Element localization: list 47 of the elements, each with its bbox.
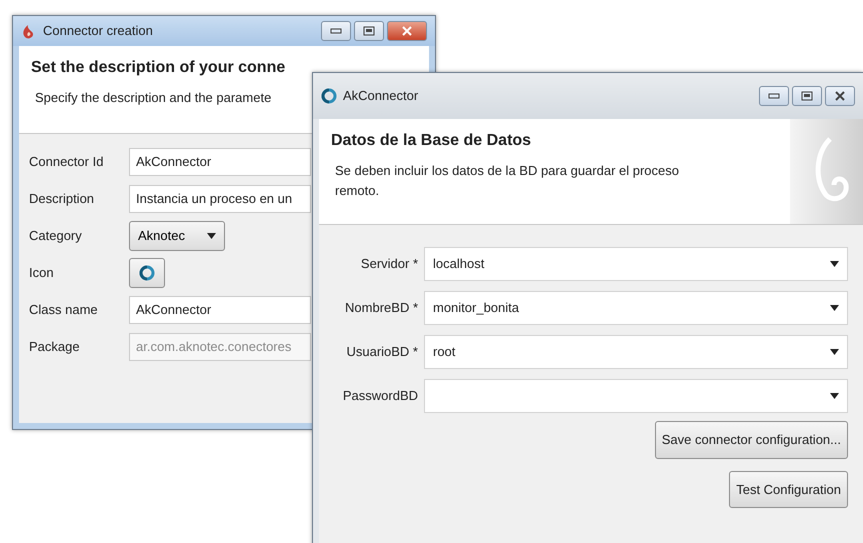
combo-field[interactable]: localhost <box>424 247 848 281</box>
dialog-button[interactable]: Test Configuration <box>729 470 848 508</box>
minimize-icon <box>330 26 342 36</box>
category-dropdown[interactable]: Aknotec <box>129 221 225 251</box>
field-label: UsuarioBD * <box>345 343 419 362</box>
field-label: Class name <box>29 301 99 320</box>
ring-icon <box>139 265 155 281</box>
field-label: Package <box>29 338 81 356</box>
input-field[interactable]: AkConnector <box>129 148 311 176</box>
input-field: ar.com.aknotec.conectores <box>129 333 311 361</box>
combo-field[interactable] <box>424 379 848 413</box>
window-title: AkConnector <box>343 87 418 106</box>
close-icon <box>834 91 846 101</box>
maximize-icon <box>801 91 813 101</box>
icon-button[interactable] <box>129 258 165 288</box>
close-button[interactable] <box>387 21 427 41</box>
caret-icon <box>830 393 839 399</box>
page-description: Se deben incluir los datos de la BD para guardar el proceso remoto. <box>334 162 680 200</box>
minimize-button[interactable] <box>321 21 351 41</box>
page-heading: Set the description of your conne <box>31 58 286 78</box>
caret-icon <box>830 305 839 311</box>
maximize-button[interactable] <box>792 86 822 106</box>
dialog-button[interactable]: Save connector configuration... <box>654 421 848 458</box>
input-field[interactable]: Instancia un proceso en un <box>129 185 311 213</box>
page-heading: Datos de la Base de Datos <box>331 131 532 151</box>
caret-icon <box>830 261 839 267</box>
input-field[interactable]: AkConnector <box>129 296 311 324</box>
maximize-icon <box>363 26 375 36</box>
field-label: Servidor * <box>360 255 419 274</box>
combo-field[interactable]: root <box>424 335 848 369</box>
minimize-button[interactable] <box>759 86 789 106</box>
field-label: Connector Id <box>29 153 104 172</box>
field-label: Icon <box>29 264 55 282</box>
field-label: Category <box>29 227 83 246</box>
close-button[interactable] <box>825 86 855 106</box>
caret-icon <box>206 233 216 239</box>
page-description: Specify the description and the paramete <box>34 89 272 107</box>
caret-icon <box>830 349 839 355</box>
app-icon <box>321 88 337 104</box>
field-label: NombreBD * <box>344 299 419 318</box>
field-label: PasswordBD <box>342 387 419 406</box>
field-label: Description <box>29 190 96 208</box>
window-title: Connector creation <box>43 22 153 40</box>
maximize-button[interactable] <box>354 21 384 41</box>
minimize-icon <box>768 91 780 101</box>
combo-field[interactable]: monitor_bonita <box>424 291 848 325</box>
close-icon <box>401 26 413 36</box>
